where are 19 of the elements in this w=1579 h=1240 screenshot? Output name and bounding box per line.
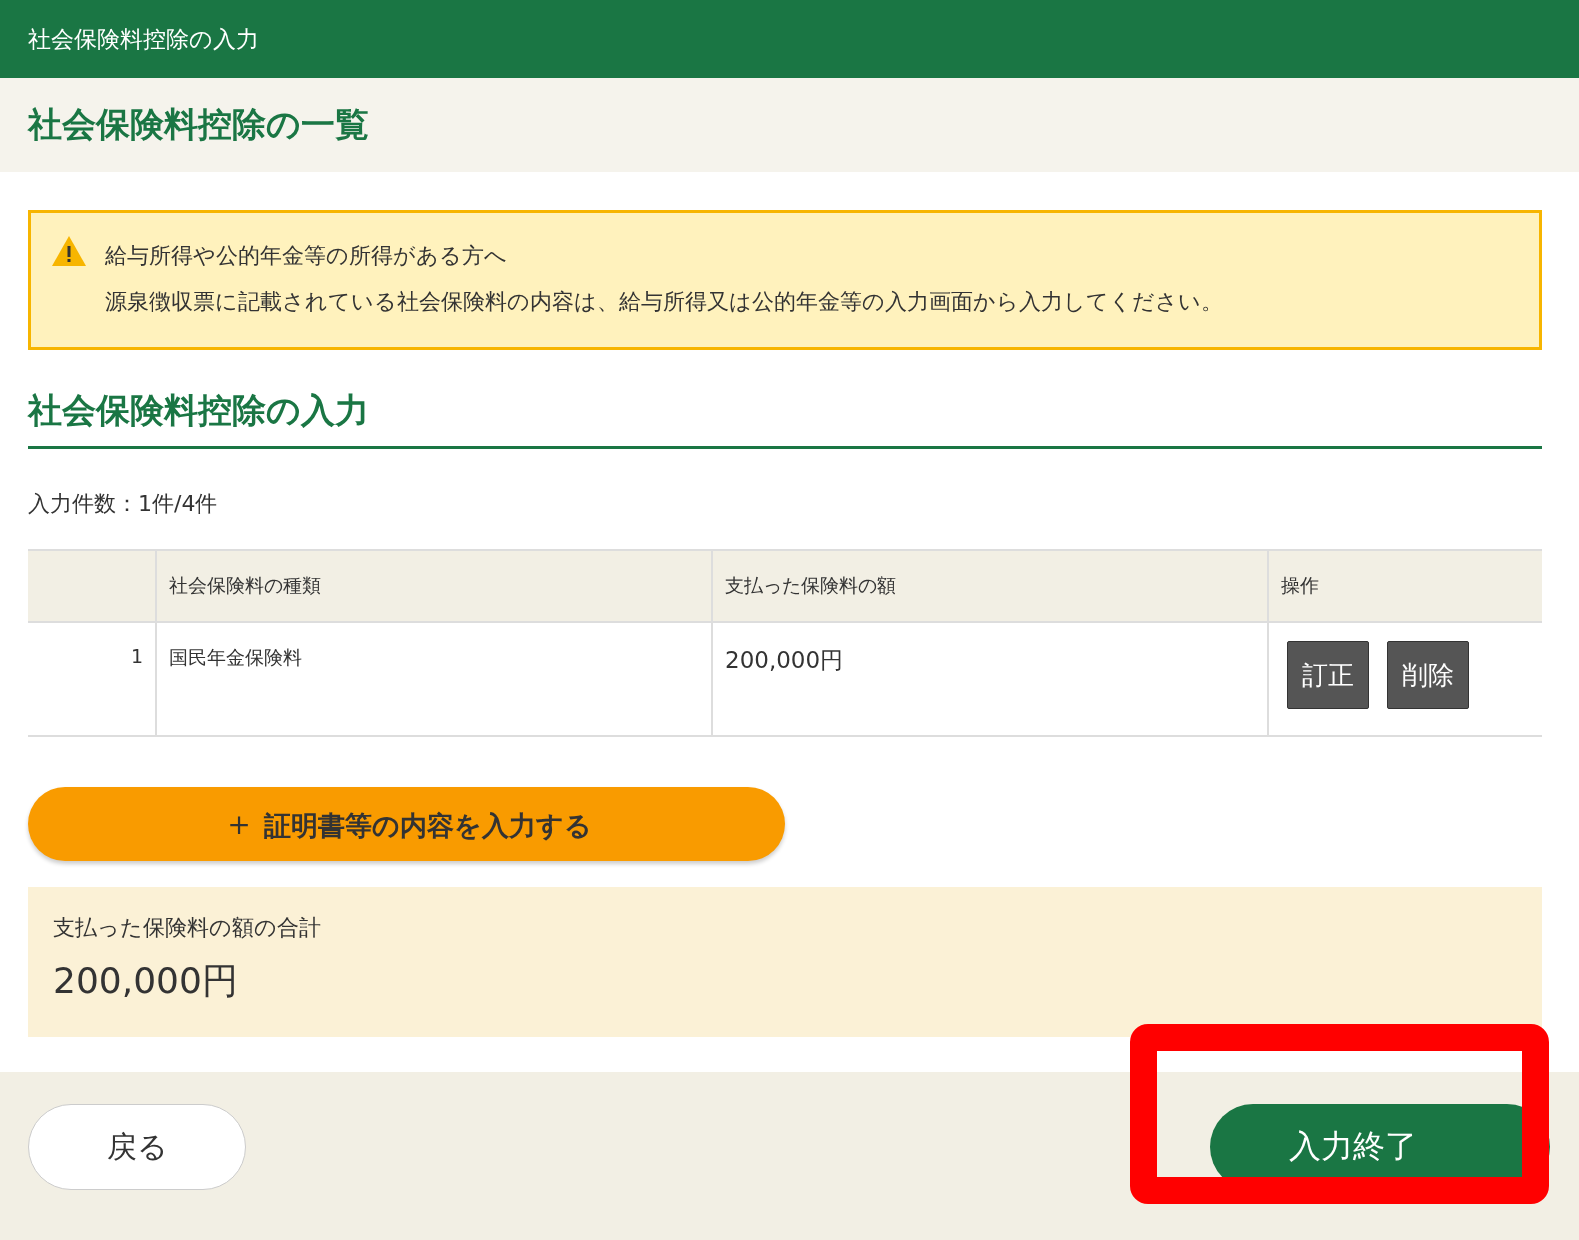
column-header: 操作 <box>1268 550 1542 622</box>
column-header: 社会保険料の種類 <box>156 550 712 622</box>
column-header: 支払った保険料の額 <box>712 550 1268 622</box>
warning-icon <box>51 235 87 267</box>
table-cell: 国民年金保険料 <box>156 622 712 736</box>
page-title: 社会保険料控除の一覧 <box>28 103 369 146</box>
header-title: 社会保険料控除の入力 <box>28 24 259 54</box>
total-label: 支払った保険料の額の合計 <box>53 914 322 942</box>
edit-button[interactable]: 訂正 <box>1287 641 1369 709</box>
notice-text: 源泉徴収票に記載されている社会保険料の内容は、給与所得又は公的年金等の入力画面から入力してください。 <box>105 288 1223 316</box>
section-heading: 社会保険料控除の入力 <box>28 388 1542 449</box>
delete-button[interactable]: 削除 <box>1387 641 1469 709</box>
entry-count: 入力件数：1件/4件 <box>28 490 219 518</box>
back-button[interactable]: 戻る <box>28 1104 246 1190</box>
row-number: 1 <box>28 622 156 736</box>
total-amount: 200,000円 <box>53 959 239 1003</box>
add-entry-button[interactable]: ＋ 証明書等の内容を入力する <box>28 787 785 861</box>
table-cell: 200,000円 <box>712 622 1268 736</box>
notice-text: 給与所得や公的年金等の所得がある方へ <box>105 242 508 270</box>
